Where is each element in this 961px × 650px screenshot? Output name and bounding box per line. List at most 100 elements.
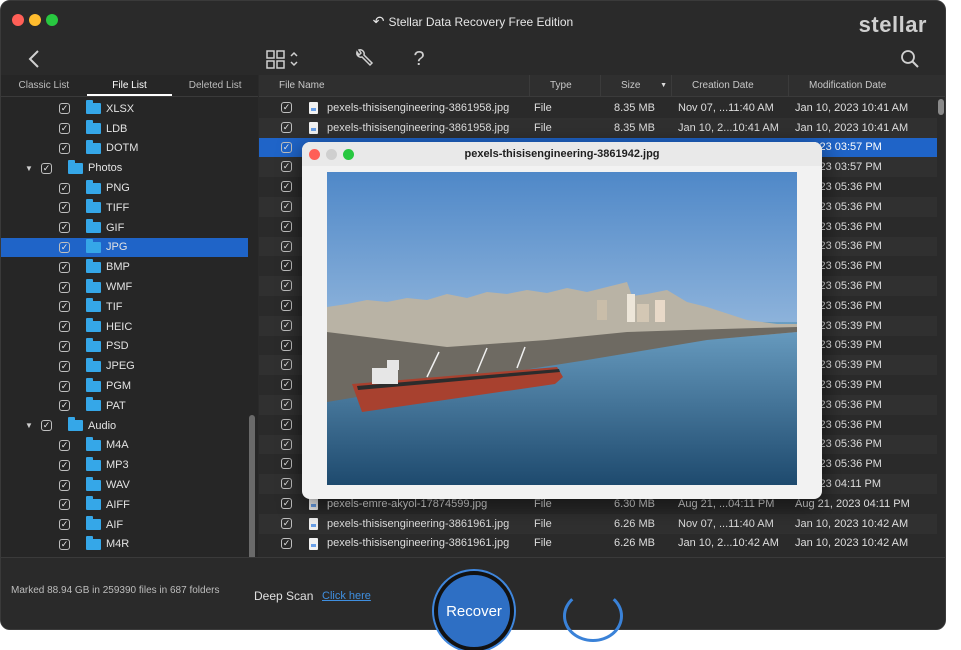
tree-checkbox[interactable]: ✓ xyxy=(59,380,70,392)
column-size[interactable]: Size xyxy=(601,75,672,97)
tree-item-gif[interactable]: ✓ GIF xyxy=(1,218,248,238)
row-checkbox[interactable]: ✓ xyxy=(281,517,292,529)
tree-checkbox[interactable]: ✓ xyxy=(59,103,70,115)
column-modification-date[interactable]: Modification Date xyxy=(789,75,945,96)
view-mode-button[interactable] xyxy=(264,45,302,73)
row-checkbox[interactable]: ✓ xyxy=(281,438,292,450)
tree-checkbox[interactable]: ✓ xyxy=(59,222,70,234)
tree-checkbox[interactable]: ✓ xyxy=(59,360,70,372)
tree-item-label: M4R xyxy=(106,538,130,551)
table-row[interactable]: ✓ pexels-thisisengineering-3861961.jpg Fil… xyxy=(259,513,937,534)
row-checkbox[interactable]: ✓ xyxy=(281,458,292,470)
table-row[interactable]: ✓ pexels-thisisengineering-3861958.jpg Fil… xyxy=(259,117,937,138)
tree-checkbox[interactable]: ✓ xyxy=(59,400,70,412)
table-row[interactable]: ✓ pexels-thisisengineering-3861961.jpg Fil… xyxy=(259,534,937,554)
tree-item-mp3[interactable]: ✓ MP3 xyxy=(1,455,248,475)
tree-item-aif[interactable]: ✓ AIF xyxy=(1,515,248,535)
tree-item-heic[interactable]: ✓ HEIC xyxy=(1,317,248,337)
help-button[interactable]: ? xyxy=(409,45,429,73)
tree-checkbox[interactable]: ✓ xyxy=(59,241,70,253)
row-checkbox[interactable]: ✓ xyxy=(281,299,292,311)
tab-file-list[interactable]: File List xyxy=(86,75,173,96)
row-checkbox[interactable]: ✓ xyxy=(281,121,292,133)
tree-item-m4r[interactable]: ✓ M4R xyxy=(1,535,248,555)
row-checkbox[interactable]: ✓ xyxy=(281,220,292,232)
tools-button[interactable] xyxy=(351,45,377,73)
column-creation-date[interactable]: Creation Date xyxy=(672,75,789,96)
tree-checkbox[interactable]: ✓ xyxy=(41,420,52,432)
tree-item-psd[interactable]: ✓ PSD xyxy=(1,337,248,357)
column-type[interactable]: Type xyxy=(530,75,601,96)
tree-item-pat[interactable]: ✓ PAT xyxy=(1,396,248,416)
tree-item-ldb[interactable]: ✓ LDB xyxy=(1,119,248,139)
folder-icon xyxy=(86,238,101,253)
tree-item-bmp[interactable]: ✓ BMP xyxy=(1,257,248,277)
row-checkbox[interactable]: ✓ xyxy=(281,319,292,331)
tree-item-aiff[interactable]: ✓ AIFF xyxy=(1,495,248,515)
tree-checkbox[interactable]: ✓ xyxy=(59,321,70,333)
row-checkbox[interactable]: ✓ xyxy=(281,379,292,391)
row-checkbox[interactable]: ✓ xyxy=(281,102,292,113)
row-checkbox[interactable]: ✓ xyxy=(281,161,292,173)
folder-icon xyxy=(68,417,83,432)
column-file-name[interactable]: File Name xyxy=(259,75,530,96)
table-row[interactable]: ✓ pexels-thisisengineering-3861958.jpg Fil… xyxy=(259,98,937,118)
folder-icon xyxy=(86,357,101,372)
row-checkbox[interactable]: ✓ xyxy=(281,181,292,193)
tree-checkbox[interactable]: ✓ xyxy=(59,479,70,491)
tree-item-label: BMP xyxy=(106,261,130,274)
tree-item-tiff[interactable]: ✓ TIFF xyxy=(1,198,248,218)
row-checkbox[interactable]: ✓ xyxy=(281,240,292,252)
tree-checkbox[interactable]: ✓ xyxy=(59,459,70,471)
modification-date-cell: Aug 21, 2023 04:11 PM xyxy=(795,497,910,510)
tree-item-png[interactable]: ✓ PNG xyxy=(1,178,248,198)
tab-deleted-list[interactable]: Deleted List xyxy=(172,75,258,96)
tree-item-wmf[interactable]: ✓ WMF xyxy=(1,277,248,297)
recover-button[interactable]: Recover xyxy=(434,571,514,650)
expand-caret-icon[interactable]: ▼ xyxy=(25,164,33,173)
tree-checkbox[interactable]: ✓ xyxy=(59,142,70,154)
row-checkbox[interactable]: ✓ xyxy=(281,418,292,430)
tree-checkbox[interactable]: ✓ xyxy=(41,162,52,174)
tree-item-label: DOTM xyxy=(106,142,139,155)
row-checkbox[interactable]: ✓ xyxy=(281,478,292,490)
deep-scan-link[interactable]: Click here xyxy=(322,590,371,602)
tree-checkbox[interactable]: ✓ xyxy=(59,301,70,313)
marked-summary: Marked 88.94 GB in 259390 files in 687 f… xyxy=(11,585,220,596)
row-checkbox[interactable]: ✓ xyxy=(281,200,292,212)
row-checkbox[interactable]: ✓ xyxy=(281,497,292,509)
search-button[interactable] xyxy=(898,45,922,73)
tree-checkbox[interactable]: ✓ xyxy=(59,182,70,194)
tree-item-audio[interactable]: ▼ ✓ Audio xyxy=(1,416,248,436)
tree-item-dotm[interactable]: ✓ DOTM xyxy=(1,139,248,159)
tree-item-photos[interactable]: ▼ ✓ Photos xyxy=(1,158,248,178)
back-button[interactable] xyxy=(23,45,45,73)
row-checkbox[interactable]: ✓ xyxy=(281,359,292,371)
file-table-scrollbar[interactable] xyxy=(938,99,944,115)
tree-checkbox[interactable]: ✓ xyxy=(59,519,70,531)
tree-scrollbar[interactable] xyxy=(249,415,255,580)
tree-checkbox[interactable]: ✓ xyxy=(59,123,70,135)
tree-item-pgm[interactable]: ✓ PGM xyxy=(1,376,248,396)
tree-checkbox[interactable]: ✓ xyxy=(59,538,70,550)
tree-checkbox[interactable]: ✓ xyxy=(59,281,70,293)
tree-checkbox[interactable]: ✓ xyxy=(59,202,70,214)
row-checkbox[interactable]: ✓ xyxy=(281,260,292,272)
row-checkbox[interactable]: ✓ xyxy=(281,141,292,153)
tree-checkbox[interactable]: ✓ xyxy=(59,261,70,273)
tree-checkbox[interactable]: ✓ xyxy=(59,499,70,511)
tree-checkbox[interactable]: ✓ xyxy=(59,340,70,352)
row-checkbox[interactable]: ✓ xyxy=(281,280,292,292)
tree-item-jpeg[interactable]: ✓ JPEG xyxy=(1,356,248,376)
tree-item-wav[interactable]: ✓ WAV xyxy=(1,475,248,495)
tree-checkbox[interactable]: ✓ xyxy=(59,439,70,451)
tab-classic-list[interactable]: Classic List xyxy=(1,75,87,96)
expand-caret-icon[interactable]: ▼ xyxy=(25,421,33,430)
tree-item-jpg[interactable]: ✓ JPG xyxy=(1,237,248,258)
row-checkbox[interactable]: ✓ xyxy=(281,398,292,410)
tree-item-tif[interactable]: ✓ TIF xyxy=(1,297,248,317)
row-checkbox[interactable]: ✓ xyxy=(281,339,292,351)
row-checkbox[interactable]: ✓ xyxy=(281,537,292,549)
tree-item-m4a[interactable]: ✓ M4A xyxy=(1,436,248,456)
tree-item-xlsx[interactable]: ✓ XLSX xyxy=(1,99,248,119)
